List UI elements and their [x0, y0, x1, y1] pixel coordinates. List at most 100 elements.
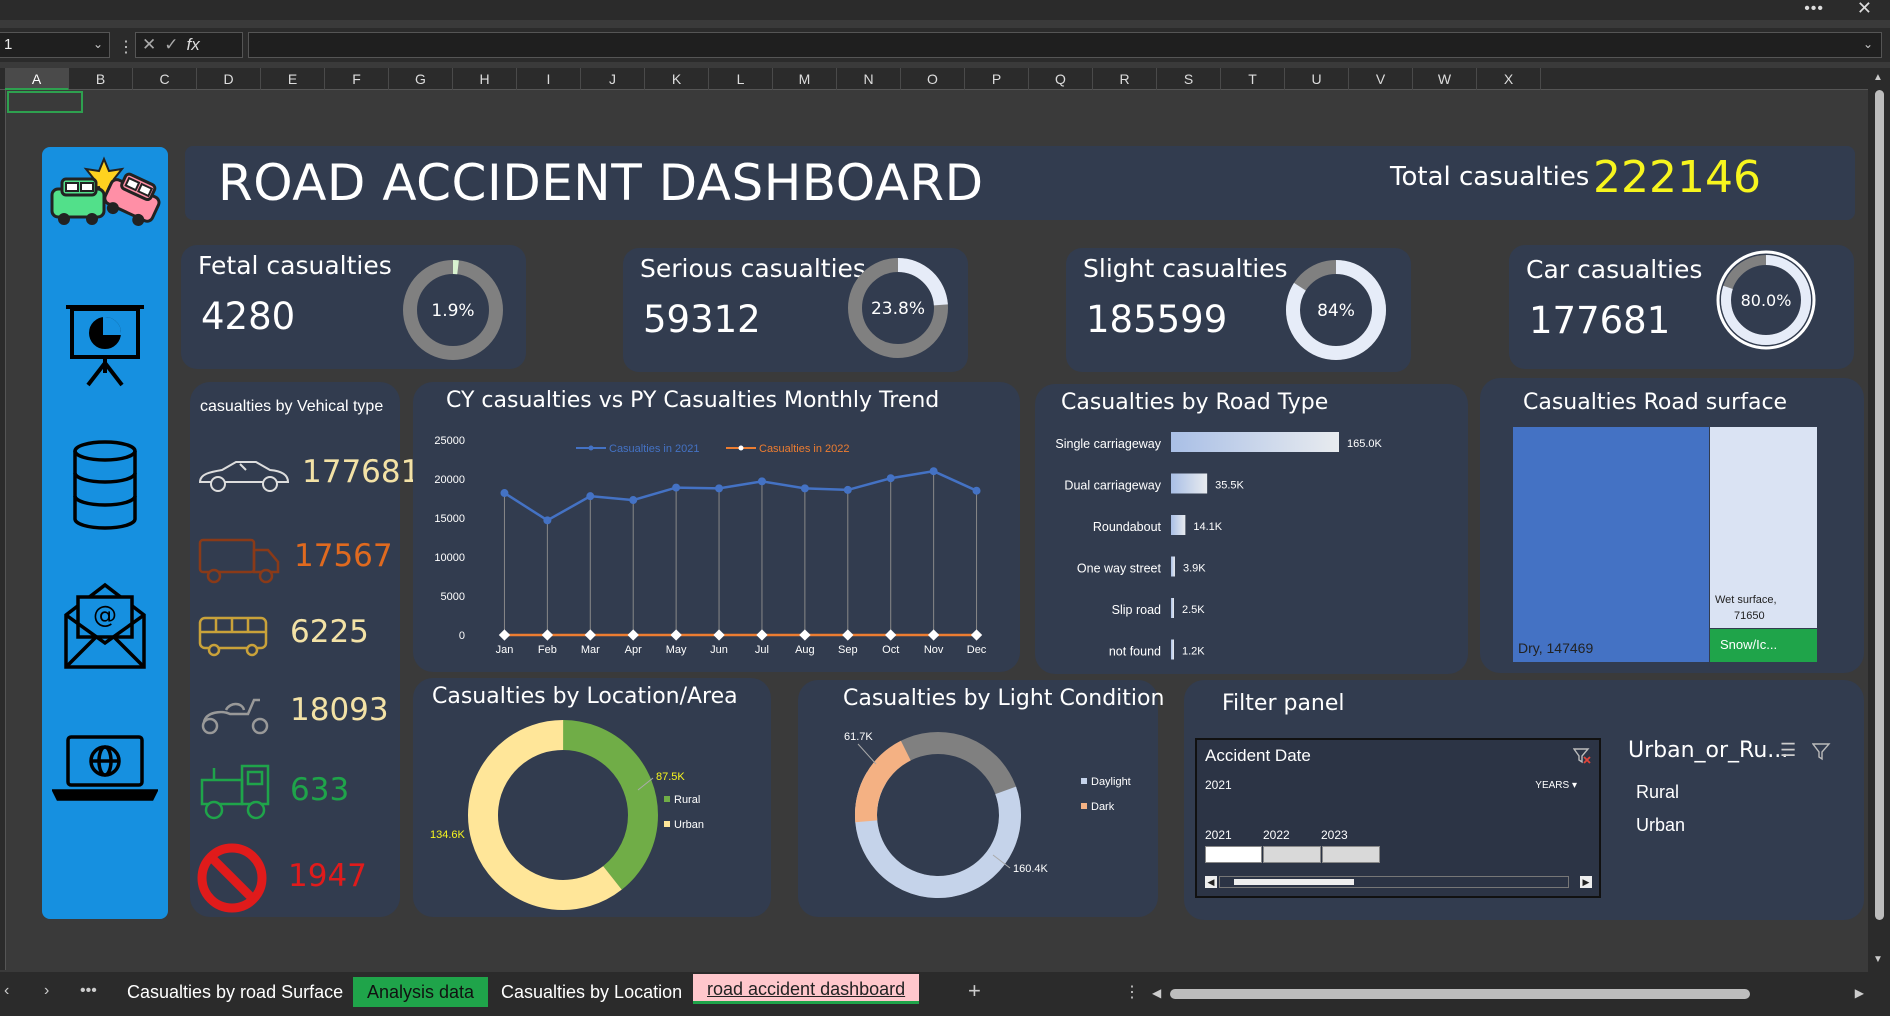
sheet-tab-dashboard[interactable]: road accident dashboard — [693, 974, 920, 1004]
data-point[interactable] — [800, 484, 809, 493]
timeline-scroll-thumb[interactable] — [1234, 879, 1354, 885]
data-point[interactable] — [629, 496, 638, 505]
cancel-icon[interactable]: ✕ — [142, 35, 164, 54]
treemap-wet[interactable]: Wet surface, 71650 — [1710, 427, 1817, 628]
bar[interactable] — [1171, 598, 1174, 618]
horizontal-scrollbar[interactable]: ◀ ▶ — [1150, 986, 1866, 1002]
bar[interactable] — [1171, 515, 1186, 535]
close-icon[interactable]: ✕ — [1857, 0, 1872, 19]
column-header[interactable]: U — [1285, 68, 1349, 90]
data-point[interactable] — [842, 629, 854, 641]
column-header[interactable]: S — [1157, 68, 1221, 90]
name-box[interactable]: 1 ⌄ — [0, 32, 110, 58]
email-envelope-icon[interactable]: @ — [42, 577, 168, 673]
database-icon[interactable] — [42, 439, 168, 531]
formula-input[interactable]: ⌄ — [248, 32, 1882, 58]
data-point[interactable] — [498, 629, 511, 641]
column-header[interactable]: H — [453, 68, 517, 90]
column-header[interactable]: Q — [1029, 68, 1093, 90]
enter-icon[interactable]: ✓ — [164, 35, 186, 54]
timeline-bar-2022[interactable] — [1263, 846, 1321, 863]
column-header[interactable]: I — [517, 68, 581, 90]
column-header[interactable]: F — [325, 68, 389, 90]
data-point[interactable] — [970, 629, 983, 641]
expand-formula-icon[interactable]: ⌄ — [1863, 37, 1873, 51]
data-point[interactable] — [627, 629, 639, 641]
column-header[interactable]: N — [837, 68, 901, 90]
scroll-left-icon[interactable]: ◀ — [1205, 876, 1217, 888]
chevron-down-icon[interactable]: ⌄ — [93, 37, 103, 51]
bar[interactable] — [1171, 639, 1174, 660]
bar[interactable] — [1171, 473, 1208, 494]
column-header[interactable]: G — [389, 68, 453, 90]
treemap-dry[interactable]: Dry, 147469 — [1513, 427, 1709, 662]
prev-sheet-icon[interactable]: ‹ — [4, 982, 9, 1000]
column-header[interactable]: T — [1221, 68, 1285, 90]
data-point[interactable] — [757, 477, 766, 486]
column-header[interactable]: V — [1349, 68, 1413, 90]
data-point[interactable] — [541, 629, 554, 641]
data-point[interactable] — [799, 629, 811, 641]
timeline-level[interactable]: YEARS ▾ — [1535, 780, 1577, 791]
bar[interactable] — [1171, 556, 1175, 577]
slicer-item-urban[interactable]: Urban — [1636, 815, 1685, 836]
column-header[interactable]: E — [261, 68, 325, 90]
car-crash-icon[interactable] — [42, 155, 168, 239]
scroll-right-icon[interactable]: ▶ — [1580, 876, 1592, 888]
data-point[interactable] — [672, 483, 681, 492]
column-header[interactable]: M — [773, 68, 837, 90]
laptop-globe-icon[interactable] — [42, 733, 168, 803]
scroll-right-icon[interactable]: ▶ — [1855, 986, 1864, 1000]
timeline-bar-2021[interactable] — [1205, 846, 1262, 863]
horizontal-scroll-thumb[interactable] — [1170, 989, 1750, 999]
scroll-thumb[interactable] — [1875, 90, 1884, 920]
data-point[interactable] — [584, 629, 596, 641]
sheet-tab-road-surface[interactable]: Casualties by road Surface — [113, 977, 357, 1007]
data-point[interactable] — [715, 484, 724, 493]
column-header[interactable]: D — [197, 68, 261, 90]
data-point[interactable] — [929, 467, 938, 476]
clear-filter-icon[interactable] — [1812, 742, 1832, 762]
data-point[interactable] — [972, 486, 981, 495]
data-point[interactable] — [713, 629, 725, 641]
column-header[interactable]: K — [645, 68, 709, 90]
scroll-up-icon[interactable]: ▲ — [1873, 72, 1883, 83]
vertical-ellipsis-icon[interactable]: ⋮ — [118, 37, 134, 57]
ellipsis-icon[interactable]: ••• — [1804, 0, 1824, 18]
timeline-scrollbar[interactable] — [1219, 876, 1569, 888]
column-header[interactable]: L — [709, 68, 773, 90]
more-sheets-icon[interactable]: ••• — [80, 982, 97, 1000]
accident-date-timeline[interactable]: Accident Date 2021 YEARS ▾ 2021 2022 202… — [1195, 738, 1601, 898]
column-header[interactable]: A — [5, 68, 69, 90]
data-point[interactable] — [500, 489, 509, 498]
data-point[interactable] — [843, 485, 852, 494]
data-point[interactable] — [886, 474, 895, 483]
sheet-tab-location[interactable]: Casualties by Location — [487, 977, 696, 1007]
column-header[interactable]: R — [1093, 68, 1157, 90]
sheet-tab-analysis-data[interactable]: Analysis data — [353, 977, 489, 1007]
treemap-snow[interactable]: Snow/Ic... — [1710, 629, 1817, 662]
data-point[interactable] — [670, 629, 682, 641]
vertical-scrollbar[interactable]: ▲ ▼ — [1868, 68, 1890, 972]
column-header[interactable]: W — [1413, 68, 1477, 90]
column-header[interactable]: X — [1477, 68, 1541, 90]
data-point[interactable] — [586, 492, 595, 501]
timeline-bar-2023[interactable] — [1322, 846, 1380, 863]
presentation-chart-icon[interactable] — [42, 299, 168, 389]
data-point[interactable] — [885, 629, 897, 641]
bar[interactable] — [1171, 432, 1339, 452]
multi-select-icon[interactable]: ☰ — [1780, 740, 1796, 761]
clear-filter-icon[interactable] — [1573, 748, 1591, 764]
next-sheet-icon[interactable]: › — [44, 982, 49, 1000]
data-point[interactable] — [927, 629, 940, 641]
column-header[interactable]: P — [965, 68, 1029, 90]
scroll-down-icon[interactable]: ▼ — [1873, 954, 1883, 965]
scroll-left-icon[interactable]: ◀ — [1152, 986, 1161, 1000]
column-header[interactable]: C — [133, 68, 197, 90]
column-header[interactable]: J — [581, 68, 645, 90]
add-sheet-button[interactable]: + — [968, 978, 981, 1004]
vertical-ellipsis-icon[interactable]: ⋮ — [1124, 982, 1140, 1002]
selected-cell[interactable] — [7, 91, 83, 113]
column-header[interactable]: O — [901, 68, 965, 90]
slicer-item-rural[interactable]: Rural — [1636, 782, 1679, 803]
